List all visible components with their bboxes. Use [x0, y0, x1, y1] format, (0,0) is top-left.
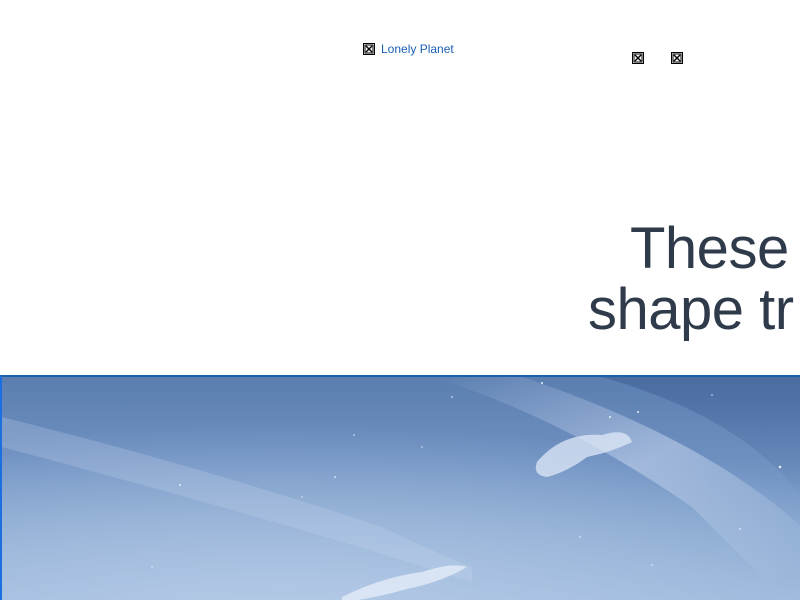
broken-image-icon: [363, 43, 375, 55]
broken-image-icon[interactable]: [632, 52, 644, 64]
hero-image: [0, 375, 800, 600]
sky-illustration: [2, 377, 800, 600]
headline-line-2: shape tr: [588, 277, 794, 342]
logo-label: Lonely Planet: [381, 42, 454, 56]
headline-line-1: These: [630, 216, 789, 281]
logo-link[interactable]: Lonely Planet: [363, 42, 454, 56]
page: Lonely Planet These shape tr: [0, 0, 800, 600]
article-headline: These shape tr: [588, 218, 800, 340]
broken-image-icon[interactable]: [671, 52, 683, 64]
